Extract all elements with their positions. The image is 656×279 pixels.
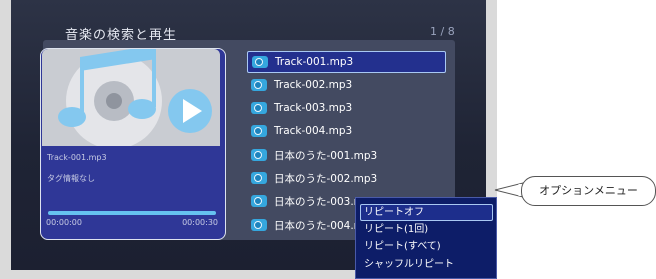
track-item[interactable]: 日本のうた-002.mp3: [247, 168, 447, 188]
current-file-name: Track-001.mp3: [47, 153, 107, 162]
tag-info: タグ情報なし: [47, 174, 95, 183]
audio-file-icon: [251, 102, 267, 114]
playback-progress-bar: [48, 211, 216, 215]
album-art: [42, 49, 220, 146]
track-label: Track-004.mp3: [274, 125, 353, 137]
track-item[interactable]: Track-003.mp3: [247, 98, 447, 118]
audio-file-icon: [251, 172, 267, 184]
audio-file-icon: [251, 125, 267, 137]
menu-item-shuffle-repeat[interactable]: シャッフルリピート: [361, 257, 489, 272]
option-menu-callout: オプションメニュー: [521, 176, 656, 206]
play-icon: [168, 89, 212, 133]
menu-item-repeat-once[interactable]: リピート(1回): [361, 222, 489, 237]
audio-file-icon: [251, 195, 267, 207]
track-label: Track-001.mp3: [275, 56, 354, 68]
track-item[interactable]: Track-002.mp3: [247, 75, 447, 95]
audio-file-icon: [251, 149, 267, 161]
track-label: Track-003.mp3: [274, 102, 353, 114]
callout-pointer: [494, 182, 524, 198]
audio-file-icon: [251, 219, 267, 231]
track-item[interactable]: Track-004.mp3: [247, 121, 447, 141]
audio-file-icon: [251, 79, 267, 91]
track-item[interactable]: Track-001.mp3: [247, 51, 446, 73]
now-playing-card[interactable]: Track-001.mp3 タグ情報なし 00:00:00 00:00:30: [40, 48, 226, 240]
option-menu: リピートオフ リピート(1回) リピート(すべて) シャッフルリピート: [355, 197, 497, 279]
audio-file-icon: [252, 56, 268, 68]
page-count: 1 / 8: [430, 25, 455, 38]
track-label: 日本のうた-002.mp3: [274, 172, 378, 185]
track-label: 日本のうた-001.mp3: [274, 149, 378, 162]
menu-item-repeat-all[interactable]: リピート(すべて): [361, 239, 489, 254]
menu-item-repeat-off[interactable]: リピートオフ: [360, 204, 493, 221]
time-total: 00:00:30: [182, 218, 218, 227]
track-label: Track-002.mp3: [274, 79, 353, 91]
track-item[interactable]: 日本のうた-001.mp3: [247, 145, 447, 165]
time-current: 00:00:00: [46, 218, 82, 227]
